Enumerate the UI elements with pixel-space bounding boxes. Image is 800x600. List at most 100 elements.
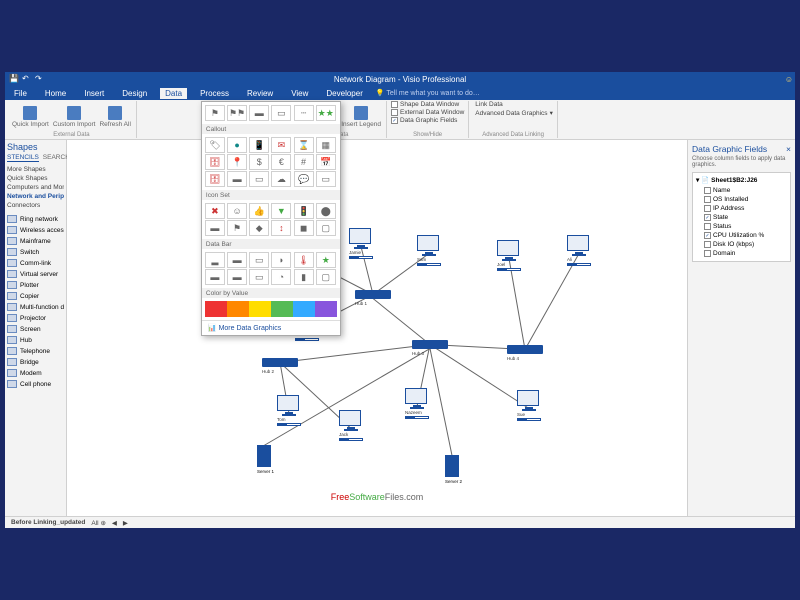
cat-connectors[interactable]: Connectors [7,201,64,210]
chk-external-data[interactable]: External Data Window [391,109,464,116]
checkbox-icon[interactable] [704,223,711,230]
callout-hourglass-icon[interactable]: ⌛ [294,137,314,153]
dg-flag-icon[interactable]: ⚑ [205,105,225,121]
custom-import-button[interactable]: Custom Import [52,105,97,129]
callout-tag-icon[interactable]: 🏷 [205,137,225,153]
callout-cal-icon[interactable]: ▦ [316,137,336,153]
undo-icon[interactable]: ↶ [22,74,32,84]
callout-note-icon[interactable]: ▭ [316,171,336,187]
is-hbar-icon[interactable]: ▬ [205,220,225,236]
tab-developer[interactable]: Developer [321,88,367,99]
shape-item[interactable]: Multi-function device [7,302,64,312]
hub-node[interactable]: Hub 3 [412,340,448,349]
dgf-field-row[interactable]: Disk IO (kbps) [696,240,787,249]
is-rsquares-icon[interactable]: ▢ [316,220,336,236]
callout-hash-icon[interactable]: # [294,154,314,170]
dgf-field-row[interactable]: ✓State [696,213,787,222]
color-by-value-swatches[interactable] [202,298,340,320]
checkbox-icon[interactable] [704,250,711,257]
computer-node[interactable]: Sue [517,390,541,421]
shape-item[interactable]: Mainframe [7,236,64,246]
db-therm-icon[interactable]: 🌡 [294,252,314,268]
close-icon[interactable]: × [786,144,791,154]
canvas[interactable]: FreeSoftwareFiles.com Hub 1Hub 2Hub 3Hub… [67,140,687,516]
hub-node[interactable]: Hub 4 [507,345,543,354]
callout-mail-icon[interactable]: ✉ [271,137,291,153]
chk-shape-data[interactable]: Shape Data Window [391,101,459,108]
computer-node[interactable]: Jamie [349,228,373,259]
dg-progress-icon[interactable]: ▭ [271,105,291,121]
refresh-all-button[interactable]: Refresh All [98,105,131,129]
callout-num-icon[interactable]: ▭ [249,171,269,187]
db-prog-icon[interactable]: ▭ [249,252,269,268]
more-data-graphics-link[interactable]: 📊 More Data Graphics [202,320,340,335]
smiley-icon[interactable]: ☺ [785,75,793,84]
callout-fill-icon[interactable]: ▬ [227,171,247,187]
tab-data[interactable]: Data [160,88,187,99]
shape-item[interactable]: Copier [7,291,64,301]
callout-phone-icon[interactable]: 📱 [249,137,269,153]
cat-quick-shapes[interactable]: Quick Shapes [7,174,64,183]
db-therm2-icon[interactable]: ▮ [294,269,314,285]
is-squares-icon[interactable]: ◼ [294,220,314,236]
shape-item[interactable]: Telephone [7,346,64,356]
shape-item[interactable]: Plotter [7,280,64,290]
shape-item[interactable]: Hub [7,335,64,345]
is-dots-icon[interactable]: ⬤ [316,203,336,219]
is-shapes-icon[interactable]: ◆ [249,220,269,236]
checkbox-icon[interactable]: ✓ [704,232,711,239]
computer-node[interactable]: Jack [339,410,363,441]
db-box-icon[interactable]: ▢ [316,269,336,285]
shape-item[interactable]: Screen [7,324,64,334]
db-stars-icon[interactable]: ★ [316,252,336,268]
dg-stars-icon[interactable]: ★★ [316,105,336,121]
is-x-icon[interactable]: ✖ [205,203,225,219]
checkbox-icon[interactable] [704,241,711,248]
sheet-tab[interactable]: Before Linking_updated [11,519,85,526]
tell-me-search[interactable]: 💡 Tell me what you want to do… [376,89,480,97]
callout-speech-icon[interactable]: 💬 [294,171,314,187]
cat-more-shapes[interactable]: More Shapes [7,165,64,174]
dg-flags-icon[interactable]: ⚑⚑ [227,105,247,121]
shape-item[interactable]: Ring network [7,214,64,224]
tab-design[interactable]: Design [117,88,152,99]
dg-bar-icon[interactable]: ▬ [249,105,269,121]
db-bar3-icon[interactable]: ▬ [205,269,225,285]
callout-circle-icon[interactable]: ● [227,137,247,153]
shape-item[interactable]: Wireless access point [7,225,64,235]
server-node[interactable]: Server 1 [257,445,271,467]
dgf-field-row[interactable]: ✓CPU Utilization % [696,231,787,240]
nav-left-icon[interactable]: ◀ [112,519,117,527]
checkbox-icon[interactable] [704,205,711,212]
checkbox-icon[interactable] [704,187,711,194]
search-tab[interactable]: SEARCH [43,154,70,162]
tab-view[interactable]: View [286,88,313,99]
redo-icon[interactable]: ↷ [35,74,45,84]
callout-db-icon[interactable]: 🗄 [205,154,225,170]
callout-pin-icon[interactable]: 📍 [227,154,247,170]
db-bar2-icon[interactable]: ▬ [227,252,247,268]
is-flag-icon[interactable]: ⚑ [227,220,247,236]
db-bar5-icon[interactable]: ▭ [249,269,269,285]
shape-item[interactable]: Switch [7,247,64,257]
dgf-source[interactable]: ▾ 📄 Sheet1$B2:J26 [696,176,787,184]
data-graphics-dropdown[interactable]: ⚑ ⚑⚑ ▬ ▭ ┄ ★★ Callout 🏷 ● 📱 ✉ ⌛ ▦ 🗄 📍 [201,101,341,336]
callout-db2-icon[interactable]: 🗄 [205,171,225,187]
computer-node[interactable]: Ali [567,235,591,266]
tab-review[interactable]: Review [242,88,278,99]
dgf-field-row[interactable]: Status [696,222,787,231]
nav-right-icon[interactable]: ▶ [123,519,128,527]
save-icon[interactable]: 💾 [9,74,19,84]
is-traffic-icon[interactable]: 🚦 [294,203,314,219]
is-wifi-icon[interactable]: ▼ [271,203,291,219]
insert-legend-button[interactable]: Insert Legend [340,105,382,129]
dgf-field-row[interactable]: Domain [696,249,787,258]
tab-process[interactable]: Process [195,88,234,99]
db-gauge-icon[interactable]: ◗ [271,252,291,268]
callout-dollar-icon[interactable]: $ [249,154,269,170]
hub-node[interactable]: Hub 2 [262,358,298,367]
stencils-tab[interactable]: STENCILS [7,154,39,162]
shape-item[interactable]: Cell phone [7,379,64,389]
shape-item[interactable]: Virtual server [7,269,64,279]
checkbox-icon[interactable]: ✓ [704,214,711,221]
